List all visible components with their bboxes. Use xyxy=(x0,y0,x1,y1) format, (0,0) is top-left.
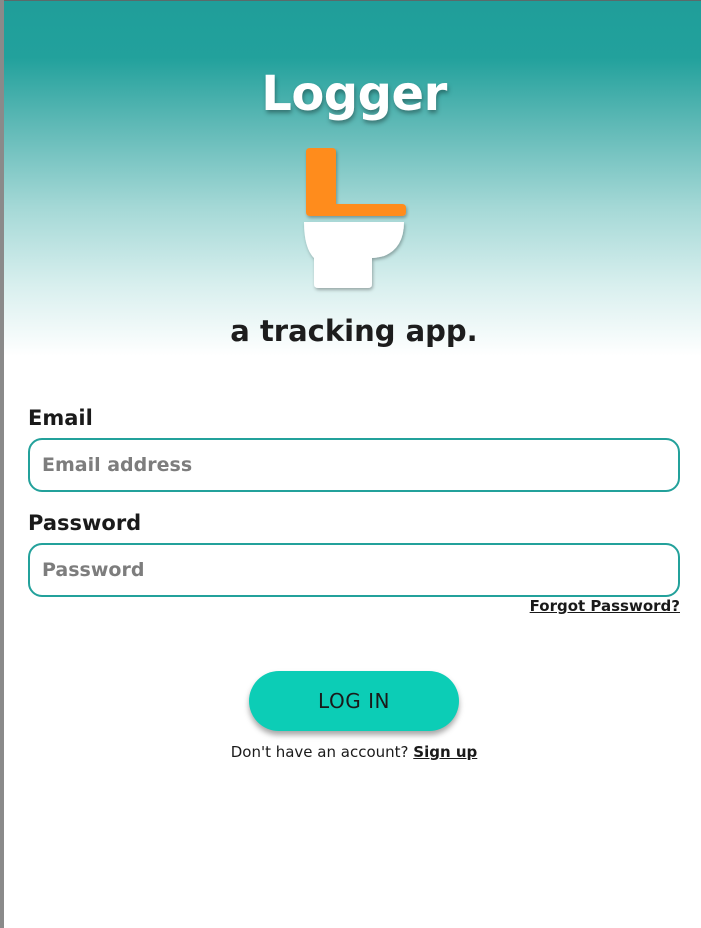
toilet-icon xyxy=(300,146,410,294)
tagline: a tracking app. xyxy=(230,314,478,348)
login-button[interactable]: LOG IN xyxy=(249,671,459,731)
forgot-password-link[interactable]: Forgot Password? xyxy=(530,597,680,615)
signup-link[interactable]: Sign up xyxy=(413,743,477,761)
signup-prompt-text: Don't have an account? xyxy=(230,743,409,761)
email-label: Email xyxy=(28,406,93,430)
app-title: Logger xyxy=(261,66,447,122)
signup-prompt-row: Don't have an account? Sign up xyxy=(0,743,701,761)
password-input[interactable] xyxy=(28,543,680,597)
password-label: Password xyxy=(28,511,142,535)
email-input[interactable] xyxy=(28,438,680,492)
